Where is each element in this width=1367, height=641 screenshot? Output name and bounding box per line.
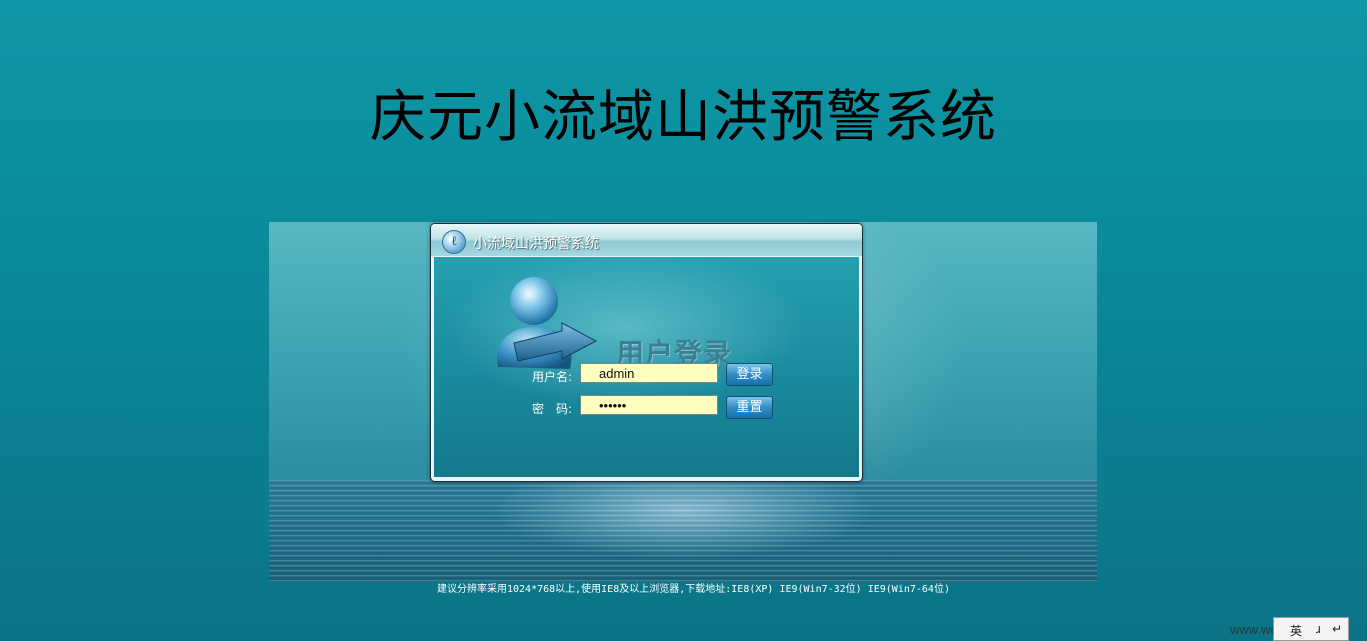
page-title: 庆元小流域山洪预警系统 — [370, 85, 997, 150]
username-input[interactable] — [580, 363, 718, 383]
login-panel: ℓ 小流域山洪预警系统 用户登录 用户名: admin 登录 密 码: 重置 — [430, 223, 863, 482]
ime-mode-icon[interactable]: ɹ — [1316, 622, 1321, 636]
username-label: 用户名: — [532, 370, 573, 384]
reset-button[interactable]: 重置 — [726, 396, 773, 419]
browser-notice: 建议分辨率采用1024*768以上,使用IE8及以上浏览器,下载地址:IE8(X… — [437, 584, 950, 595]
system-logo-icon: ℓ — [442, 230, 466, 254]
ime-toolbar[interactable]: 英 ɹ ↵ — [1273, 617, 1349, 641]
water-reflection — [269, 480, 1097, 582]
login-panel-body: 用户登录 用户名: 登录 密 码: 重置 — [434, 257, 859, 477]
ime-language-toggle[interactable]: 英 — [1290, 622, 1302, 639]
login-button[interactable]: 登录 — [726, 363, 773, 386]
login-panel-header: ℓ 小流域山洪预警系统 — [431, 224, 862, 256]
login-panel-title: 小流域山洪预警系统 — [473, 236, 599, 252]
ime-enter-icon[interactable]: ↵ — [1332, 622, 1342, 636]
password-label: 密 码: — [532, 402, 573, 416]
password-input[interactable] — [580, 395, 718, 415]
